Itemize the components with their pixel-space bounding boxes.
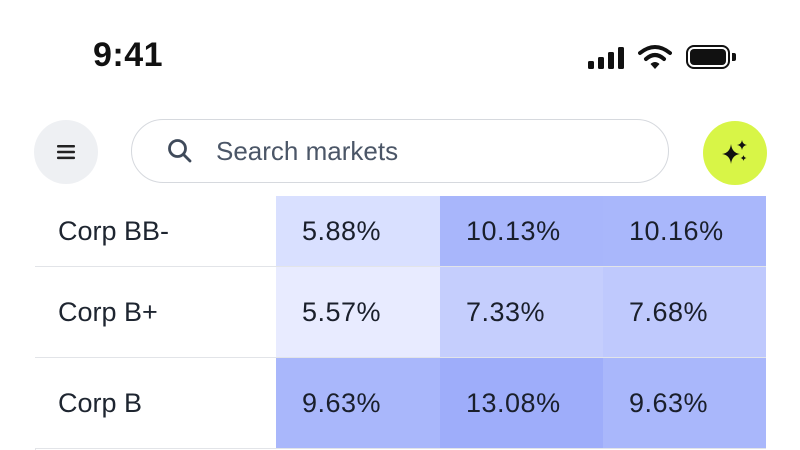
ai-assistant-button[interactable] <box>703 121 767 185</box>
row-label: Corp BB- <box>35 196 276 266</box>
hamburger-menu-icon <box>57 145 75 160</box>
status-bar: 9:41 <box>0 0 800 110</box>
table-cell: 5.88% <box>276 196 440 266</box>
table-cell: 13.08% <box>440 358 603 448</box>
table-cell: 9.63% <box>276 358 440 448</box>
search-icon <box>168 139 192 163</box>
table-cell: 10.16% <box>603 196 766 266</box>
yield-table: Corp BB- 5.88% 10.13% 10.16% Corp B+ 5.5… <box>35 196 766 449</box>
cellular-signal-icon <box>588 45 624 69</box>
table-cell: 5.57% <box>276 267 440 357</box>
table-row[interactable]: Corp BB- 5.88% 10.13% 10.16% <box>35 196 766 267</box>
search-input[interactable] <box>216 135 616 167</box>
table-row[interactable]: Corp B 9.63% 13.08% 9.63% <box>35 358 766 449</box>
sparkles-icon <box>722 140 747 164</box>
table-row[interactable]: Corp B+ 5.57% 7.33% 7.68% <box>35 267 766 358</box>
wifi-icon <box>638 45 672 69</box>
row-label: Corp B <box>35 358 276 448</box>
table-cell: 7.68% <box>603 267 766 357</box>
row-label: Corp B+ <box>35 267 276 357</box>
menu-button[interactable] <box>34 120 98 184</box>
search-bar[interactable] <box>131 119 669 183</box>
table-cell: 9.63% <box>603 358 766 448</box>
table-cell: 10.13% <box>440 196 603 266</box>
status-icons <box>588 40 736 74</box>
status-time: 9:41 <box>93 36 164 74</box>
battery-icon <box>686 45 736 69</box>
table-cell: 7.33% <box>440 267 603 357</box>
